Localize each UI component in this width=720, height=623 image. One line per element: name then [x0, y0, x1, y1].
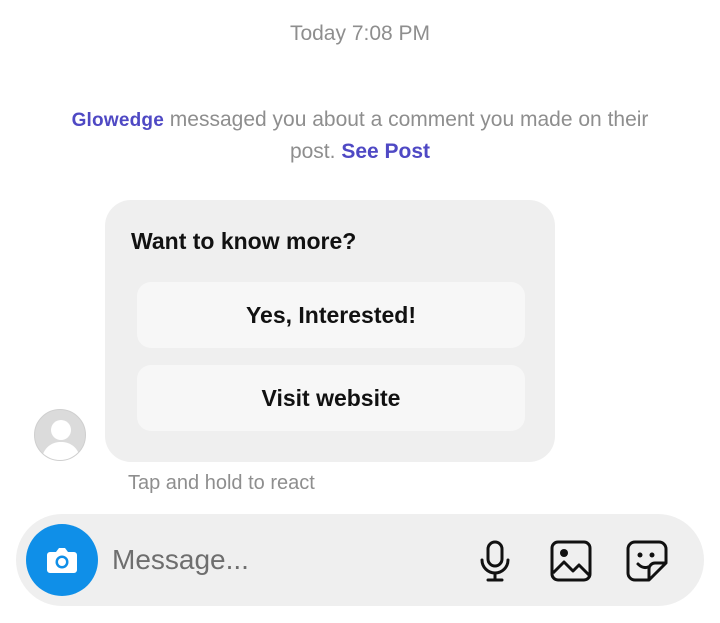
camera-button[interactable] [26, 524, 98, 596]
message-timestamp: Today 7:08 PM [289, 22, 431, 45]
microphone-button[interactable] [472, 538, 518, 584]
image-icon [550, 540, 592, 582]
brand-name[interactable]: Glowedge [72, 110, 164, 131]
see-post-link[interactable]: See Post [341, 140, 430, 163]
gallery-button[interactable] [548, 538, 594, 584]
message-card: Want to know more? Yes, Interested! Visi… [105, 200, 555, 462]
avatar-placeholder-icon [41, 420, 81, 460]
microphone-icon [480, 540, 510, 582]
avatar[interactable] [34, 409, 86, 461]
camera-icon [47, 548, 77, 573]
message-composer [16, 514, 704, 606]
notice-text: Glowedge messaged you about a comment yo… [60, 104, 660, 167]
visit-website-button[interactable]: Visit website [137, 365, 525, 431]
sticker-button[interactable] [624, 538, 670, 584]
sticker-icon [626, 540, 668, 582]
yes-interested-button[interactable]: Yes, Interested! [137, 282, 525, 348]
message-input[interactable] [112, 538, 452, 582]
card-title: Want to know more? [131, 228, 357, 254]
react-hint: Tap and hold to react [128, 472, 315, 494]
